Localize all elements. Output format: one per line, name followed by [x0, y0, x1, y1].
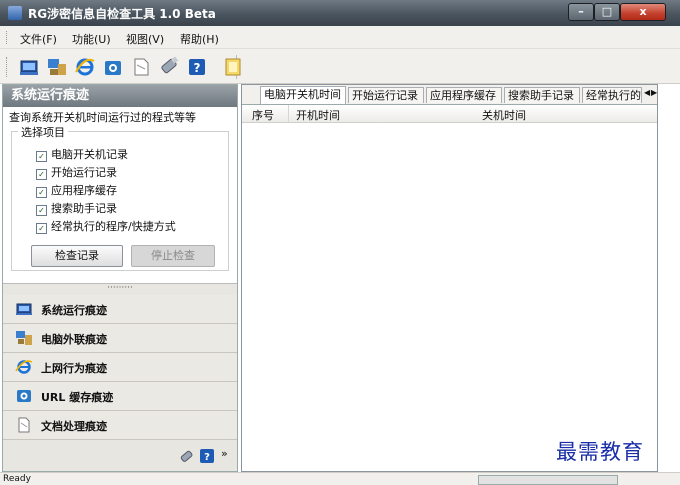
notepad-icon[interactable] — [222, 56, 244, 78]
title-bar: RG涉密信息自检查工具 1.0 Beta – □ x — [0, 0, 680, 26]
system-trace-icon[interactable] — [18, 56, 40, 78]
url-cache-icon — [17, 390, 31, 402]
menu-function[interactable]: 功能(U) — [72, 31, 111, 47]
help-icon[interactable]: ? — [199, 448, 215, 464]
tab-strip: 电脑开关机时间 开始运行记录 应用程序缓存 搜索助手记录 经常执行的 ◀ ▶ — [242, 85, 657, 105]
tab-app-cache[interactable]: 应用程序缓存 — [426, 87, 502, 103]
panel-title: 系统运行痕迹 — [3, 85, 237, 107]
tab-search-assistant[interactable]: 搜索助手记录 — [504, 87, 580, 103]
nav-item-label: URL 缓存痕迹 — [41, 391, 114, 404]
checkbox-box[interactable]: ✓ — [36, 151, 47, 162]
checkbox-startup-records[interactable]: ✓ 开始运行记录 — [36, 164, 117, 180]
checkbox-frequent-programs[interactable]: ✓ 经常执行的程序/快捷方式 — [36, 218, 176, 234]
maximize-button[interactable]: □ — [594, 3, 620, 21]
nav-item-external-device[interactable]: 电脑外联痕迹 — [3, 324, 237, 353]
nav-item-internet-behavior[interactable]: 上网行为痕迹 — [3, 353, 237, 382]
group-label: 选择项目 — [18, 124, 68, 140]
nav-item-system-trace[interactable]: 系统运行痕迹 — [3, 295, 237, 324]
menu-grip[interactable] — [6, 31, 9, 44]
checkbox-box[interactable]: ✓ — [36, 169, 47, 180]
internet-explorer-icon[interactable] — [74, 56, 96, 78]
nav-item-url-cache[interactable]: URL 缓存痕迹 — [3, 382, 237, 411]
tab-shutdown-times[interactable]: 电脑开关机时间 — [260, 86, 346, 104]
nav-item-label: 文档处理痕迹 — [41, 420, 107, 433]
records-table-header: 序号 开机时间 关机时间 — [242, 105, 657, 123]
checkbox-label: 开始运行记录 — [51, 166, 117, 179]
toolbar-grip[interactable] — [6, 57, 9, 77]
close-button[interactable]: x — [620, 3, 666, 21]
left-panel: 系统运行痕迹 查询系统开关机时间运行过的程式等等 选择项目 ✓ 电脑开关机记录 ✓… — [2, 84, 238, 472]
checkbox-app-cache[interactable]: ✓ 应用程序缓存 — [36, 182, 117, 198]
column-shutdown-time[interactable]: 关机时间 — [482, 107, 526, 123]
menu-view[interactable]: 视图(V) — [126, 31, 164, 47]
url-cache-icon[interactable] — [102, 56, 124, 78]
window-edge — [662, 84, 680, 472]
column-boot-time[interactable]: 开机时间 — [296, 107, 340, 123]
window-title: RG涉密信息自检查工具 1.0 Beta — [28, 7, 216, 21]
chevron-down-icon[interactable]: » — [221, 447, 228, 460]
checkbox-label: 应用程序缓存 — [51, 184, 117, 197]
checkbox-label: 电脑开关机记录 — [51, 148, 128, 161]
svg-text:?: ? — [204, 452, 210, 463]
system-trace-icon — [16, 303, 32, 315]
nav-item-label: 电脑外联痕迹 — [41, 333, 107, 346]
checkbox-label: 经常执行的程序/快捷方式 — [51, 220, 176, 233]
usb-drive-icon[interactable] — [158, 56, 180, 78]
status-bar: Ready — [0, 472, 680, 485]
tab-startup-records[interactable]: 开始运行记录 — [348, 87, 424, 103]
records-panel: 电脑开关机时间 开始运行记录 应用程序缓存 搜索助手记录 经常执行的 ◀ ▶ 序… — [241, 84, 658, 472]
check-records-button[interactable]: 检查记录 — [31, 245, 123, 267]
checkbox-box[interactable]: ✓ — [36, 187, 47, 198]
nav-item-document-trace[interactable]: 文档处理痕迹 — [3, 411, 237, 440]
nav-item-label: 系统运行痕迹 — [41, 304, 107, 317]
nav-item-label: 上网行为痕迹 — [41, 362, 107, 375]
tab-scroll-right-icon[interactable]: ▶ — [651, 88, 657, 97]
tab-frequent-programs[interactable]: 经常执行的 — [582, 87, 642, 103]
nav-footer: ? » — [3, 440, 237, 471]
external-device-icon[interactable] — [46, 56, 68, 78]
document-icon — [18, 417, 30, 433]
internet-explorer-icon — [15, 360, 33, 374]
menu-bar: 文件(F) 功能(U) 视图(V) 帮助(H) — [0, 26, 680, 49]
external-device-icon — [16, 331, 32, 345]
usb-drive-icon[interactable] — [179, 448, 195, 464]
help-icon[interactable]: ? — [186, 56, 208, 78]
document-icon[interactable] — [130, 56, 152, 78]
tab-scroll-left-icon[interactable]: ◀ — [644, 88, 650, 97]
panel-description: 查询系统开关机时间运行过的程式等等 — [9, 111, 196, 124]
svg-text:?: ? — [194, 61, 201, 75]
app-icon — [8, 6, 22, 20]
toolbar: ? — [0, 49, 680, 84]
checkbox-box[interactable]: ✓ — [36, 223, 47, 234]
checkbox-box[interactable]: ✓ — [36, 205, 47, 216]
column-index[interactable]: 序号 — [252, 107, 274, 123]
checkbox-shutdown-records[interactable]: ✓ 电脑开关机记录 — [36, 146, 128, 162]
stop-check-button: 停止检查 — [131, 245, 215, 267]
status-text: Ready — [3, 474, 31, 484]
column-divider[interactable] — [288, 105, 289, 122]
watermark-text: 最需教育 — [556, 440, 644, 464]
menu-file[interactable]: 文件(F) — [20, 31, 57, 47]
checkbox-search-assistant[interactable]: ✓ 搜索助手记录 — [36, 200, 117, 216]
minimize-button[interactable]: – — [568, 3, 594, 21]
checkbox-label: 搜索助手记录 — [51, 202, 117, 215]
menu-help[interactable]: 帮助(H) — [180, 31, 219, 47]
